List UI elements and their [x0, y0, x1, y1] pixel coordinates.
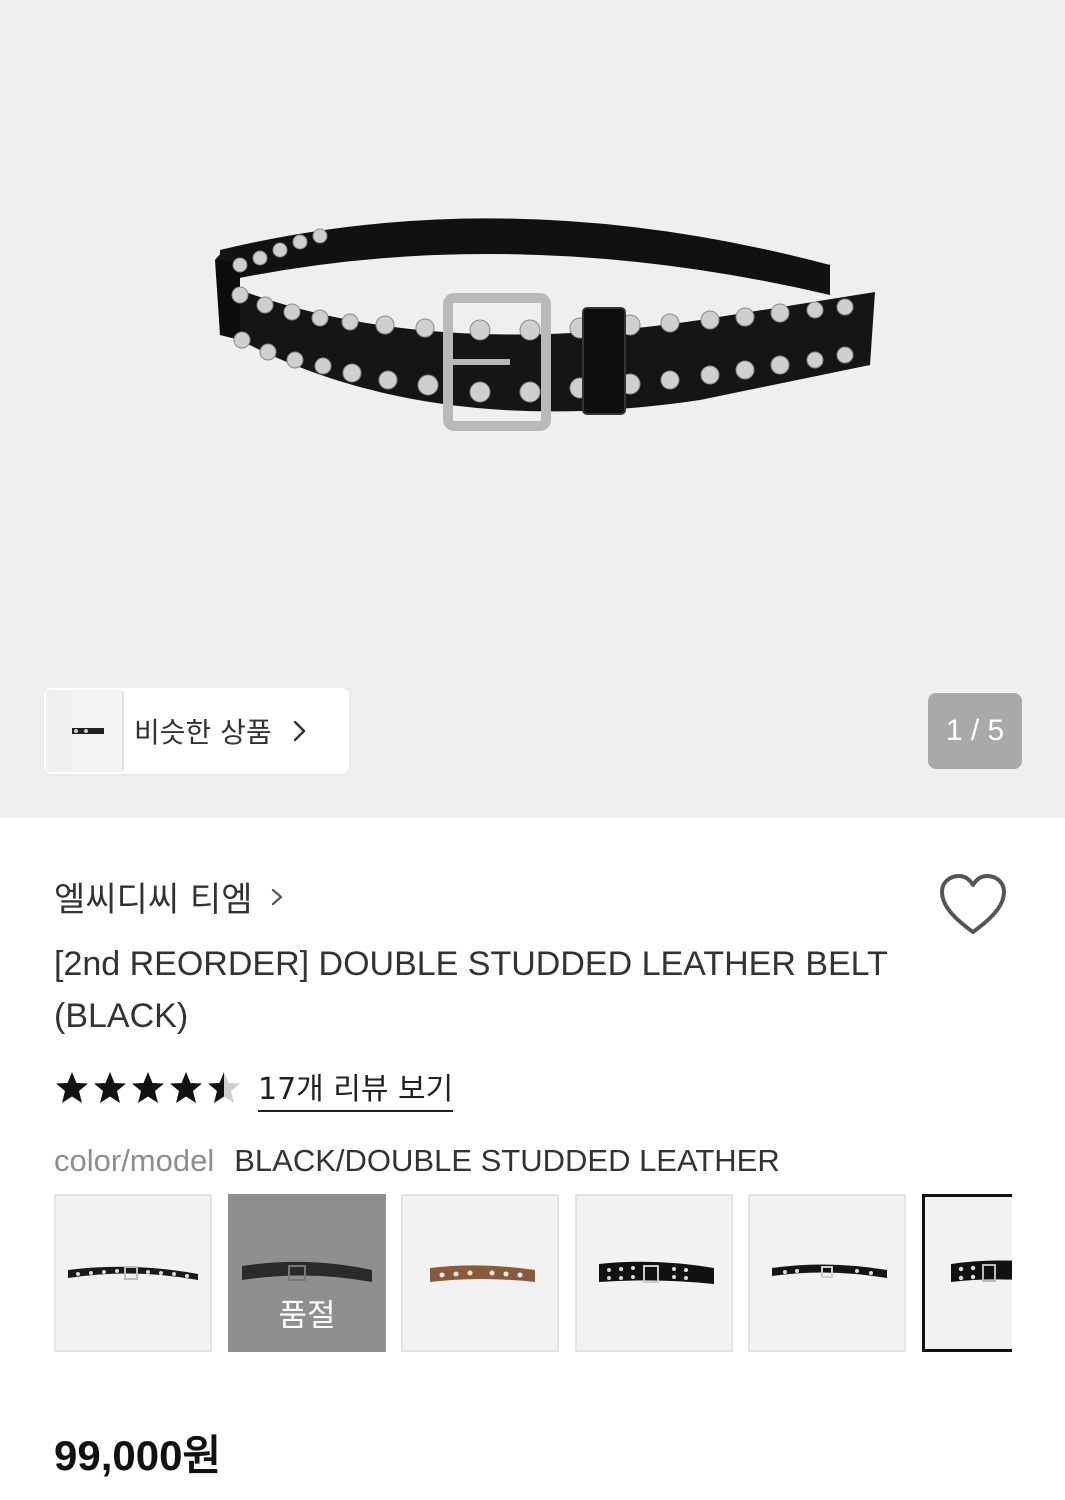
option-value: BLACK/DOUBLE STUDDED LEATHER — [234, 1143, 780, 1178]
star-icon — [56, 1072, 88, 1103]
belt-icon — [62, 728, 104, 734]
chevron-right-icon — [271, 888, 282, 905]
star-half-icon — [208, 1072, 240, 1103]
variant-thumbnail — [951, 1260, 1012, 1282]
variant-swatch[interactable] — [748, 1194, 906, 1352]
product-image-gallery[interactable]: 비슷한 상품 1 / 5 — [0, 0, 1065, 818]
variant-thumbnail — [599, 1261, 714, 1284]
similar-products-thumbnails — [44, 688, 134, 774]
chevron-right-icon — [293, 720, 305, 742]
variant-swatch-selected[interactable] — [922, 1194, 1012, 1352]
star-rating — [54, 1070, 242, 1106]
variant-thumbnail — [430, 1265, 535, 1282]
star-icon — [94, 1072, 126, 1103]
star-icon — [170, 1072, 202, 1103]
variant-swatch-list: 품절 — [54, 1194, 1012, 1352]
brand-name: 엘씨디씨 티엠 — [54, 880, 253, 920]
option-label: color/model — [54, 1143, 215, 1178]
similar-product-thumb — [62, 690, 124, 772]
variant-thumbnail — [68, 1266, 198, 1280]
rating-row: 17개 리뷰 보기 — [54, 1064, 454, 1112]
soldout-badge: 품절 — [278, 1298, 336, 1334]
option-row: color/model BLACK/DOUBLE STUDDED LEATHER — [54, 1143, 780, 1179]
similar-products-button[interactable]: 비슷한 상품 — [44, 688, 349, 774]
product-price: 99,000원 — [54, 1432, 222, 1479]
variant-swatch[interactable] — [401, 1194, 559, 1352]
variant-swatch[interactable] — [575, 1194, 733, 1352]
variant-swatch[interactable] — [54, 1194, 212, 1352]
variant-thumbnail — [772, 1264, 887, 1278]
brand-link[interactable]: 엘씨디씨 티엠 — [54, 872, 287, 921]
heart-outline-icon[interactable] — [938, 872, 1008, 938]
variant-swatch-soldout[interactable]: 품절 — [228, 1194, 386, 1352]
similar-products-label: 비슷한 상품 — [134, 716, 272, 749]
image-counter: 1 / 5 — [928, 693, 1022, 769]
product-title: [2nd REORDER] DOUBLE STUDDED LEATHER BEL… — [54, 945, 888, 1035]
reviews-link[interactable]: 17개 리뷰 보기 — [258, 1064, 454, 1112]
star-icon — [132, 1072, 164, 1103]
product-image-belt — [215, 218, 875, 431]
